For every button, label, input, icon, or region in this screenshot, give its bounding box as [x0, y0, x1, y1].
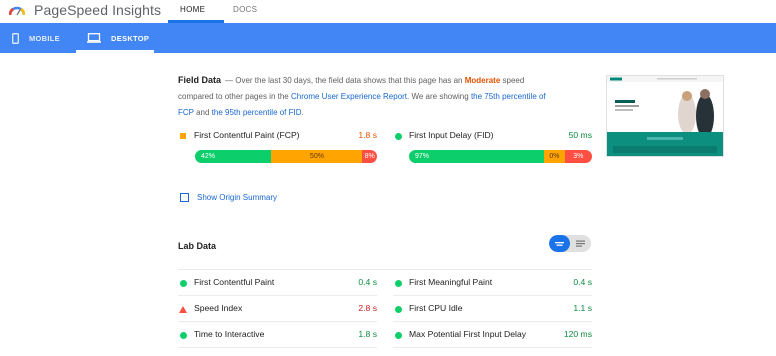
- fcp-average-segment: 50%: [271, 150, 363, 163]
- metric-label: First Contentful Paint (FCP): [194, 130, 300, 140]
- summary-view-button[interactable]: [549, 235, 570, 252]
- pass-circle-icon: [395, 133, 402, 140]
- lab-metric-row: Speed Index 2.8 s: [178, 303, 377, 317]
- tab-mobile-label: MOBILE: [29, 33, 60, 43]
- desktop-icon: [87, 33, 101, 43]
- show-origin-summary-checkbox[interactable]: Show Origin Summary: [180, 193, 277, 202]
- pass-circle-icon: [180, 332, 187, 339]
- lab-divider-top: [178, 269, 592, 270]
- page-screenshot-thumbnail: [606, 75, 724, 157]
- fcp-distribution-bar: 42% 50% 8%: [195, 150, 377, 163]
- field-metric-fcp: First Contentful Paint (FCP) 1.8 s: [178, 130, 377, 144]
- row-divider: [393, 321, 592, 322]
- fcp-fast-segment: 42%: [195, 150, 272, 163]
- metric-value: 50 ms: [568, 130, 592, 140]
- fid-slow-segment: 3%: [564, 150, 592, 163]
- row-divider: [178, 321, 377, 322]
- crux-report-link[interactable]: Chrome User Experience Report: [291, 92, 407, 101]
- lab-metric-row: Max Potential First Input Delay 120 ms: [393, 329, 592, 343]
- lab-data-title: Lab Data: [178, 241, 217, 251]
- pass-circle-icon: [180, 280, 187, 287]
- metric-value: 120 ms: [563, 329, 592, 339]
- row-divider: [393, 347, 592, 348]
- checkbox-icon: [180, 193, 189, 202]
- lab-metric-row: Time to Interactive 1.8 s: [178, 329, 377, 343]
- pagespeed-logo-icon: [9, 6, 25, 16]
- device-bar: MOBILE DESKTOP: [0, 23, 776, 53]
- metric-value: 0.4 s: [573, 277, 592, 287]
- lab-metric-row: First Meaningful Paint 0.4 s: [393, 277, 592, 291]
- metric-value: 1.1 s: [573, 303, 592, 313]
- tab-home[interactable]: HOME: [180, 5, 205, 14]
- row-divider: [393, 295, 592, 296]
- detail-view-icon[interactable]: [570, 235, 591, 252]
- mobile-icon: [12, 32, 19, 44]
- fcp-slow-segment: 8%: [362, 150, 377, 163]
- page-screenshot-image: [607, 76, 723, 156]
- metric-label: Max Potential First Input Delay: [409, 329, 527, 339]
- fail-triangle-icon: [179, 306, 187, 313]
- metric-value: 1.8 s: [358, 130, 377, 140]
- fid-percentile-link[interactable]: the 95th percentile of FID: [212, 108, 302, 117]
- lab-metric-row: First CPU Idle 1.1 s: [393, 303, 592, 317]
- app-title: PageSpeed Insights: [34, 2, 162, 18]
- fid-distribution-bar: 97% 0% 3%: [409, 150, 592, 163]
- lab-metric-row: First Contentful Paint 0.4 s: [178, 277, 377, 291]
- fid-fast-segment: 97%: [409, 150, 545, 163]
- fid-average-segment: 0%: [544, 150, 565, 163]
- field-data-description: — Over the last 30 days, the field data …: [178, 76, 546, 117]
- tab-mobile[interactable]: MOBILE: [12, 23, 60, 53]
- tab-desktop[interactable]: DESKTOP: [87, 23, 149, 53]
- average-square-icon: [180, 133, 186, 139]
- tab-desktop-label: DESKTOP: [111, 33, 150, 43]
- metric-label: First Contentful Paint: [194, 277, 275, 287]
- pass-circle-icon: [395, 306, 402, 313]
- top-bar: PageSpeed Insights HOME DOCS: [0, 0, 776, 23]
- row-divider: [178, 295, 377, 296]
- metric-value: 1.8 s: [358, 329, 377, 339]
- metric-label: Speed Index: [194, 303, 243, 313]
- metric-label: First CPU Idle: [409, 303, 463, 313]
- pass-circle-icon: [395, 332, 402, 339]
- metric-value: 2.8 s: [358, 303, 377, 313]
- summary-view-icon: [555, 242, 564, 246]
- metric-label: Time to Interactive: [194, 329, 265, 339]
- lab-view-toggle[interactable]: [549, 235, 591, 252]
- row-divider: [178, 347, 377, 348]
- metric-value: 0.4 s: [358, 277, 377, 287]
- metric-label: First Meaningful Paint: [409, 277, 493, 287]
- speed-category: Moderate: [464, 76, 501, 85]
- tab-docs[interactable]: DOCS: [233, 5, 257, 14]
- metric-label: First Input Delay (FID): [409, 130, 494, 140]
- field-metric-fid: First Input Delay (FID) 50 ms: [393, 130, 592, 144]
- tab-desktop-indicator: [76, 50, 154, 53]
- show-origin-summary-label: Show Origin Summary: [197, 193, 278, 202]
- pass-circle-icon: [395, 280, 402, 287]
